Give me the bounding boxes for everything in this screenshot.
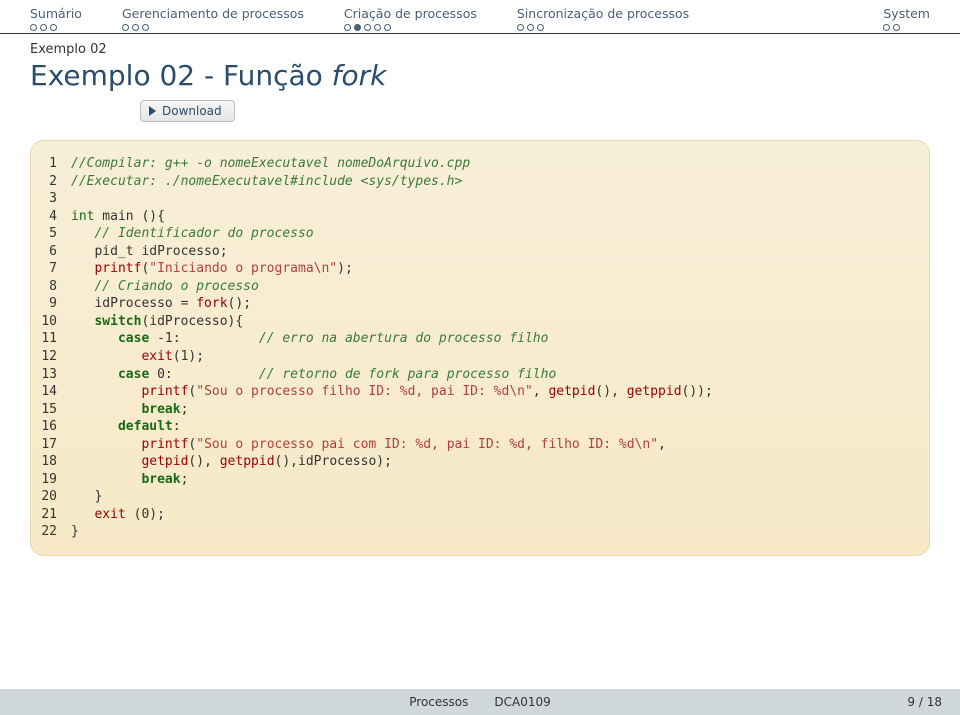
code-line: 1//Compilar: g++ -o nomeExecutavel nomeD… (37, 155, 913, 173)
nav-sumario-dots (30, 24, 82, 31)
code-line: 22} (37, 523, 913, 541)
nav-criacao-label: Criação de processos (344, 6, 477, 21)
nav-system-label: System (883, 6, 930, 21)
code-line: 5 // Identificador do processo (37, 225, 913, 243)
code-line: 9 idProcesso = fork(); (37, 295, 913, 313)
title-em: fork (332, 59, 387, 92)
nav-sumario[interactable]: Sumário (30, 6, 82, 31)
code-listing: 1//Compilar: g++ -o nomeExecutavel nomeD… (30, 140, 930, 556)
footer-course: DCA0109 (494, 695, 550, 709)
nav-sumario-label: Sumário (30, 6, 82, 21)
nav-gerenciamento-dots (122, 24, 304, 31)
frame-subtitle: Exemplo 02 (0, 34, 960, 59)
nav-criacao[interactable]: Criação de processos (344, 6, 477, 31)
code-line: 7 printf("Iniciando o programa\n"); (37, 260, 913, 278)
nav-criacao-dots (344, 24, 477, 31)
code-line: 11 case -1: // erro na abertura do proce… (37, 330, 913, 348)
code-line: 18 getpid(), getppid(),idProcesso); (37, 453, 913, 471)
footer-bar: Processos DCA0109 9 / 18 (0, 689, 960, 715)
nav-system-dots (883, 24, 930, 31)
code-line: 14 printf("Sou o processo filho ID: %d, … (37, 383, 913, 401)
code-line: 12 exit(1); (37, 348, 913, 366)
code-line: 21 exit (0); (37, 506, 913, 524)
download-button[interactable]: Download (140, 100, 235, 122)
play-icon (149, 106, 156, 116)
nav-system[interactable]: System (883, 6, 930, 31)
code-line: 13 case 0: // retorno de fork para proce… (37, 366, 913, 384)
frame-title: Exemplo 02 - Função fork (0, 59, 960, 100)
code-line: 8 // Criando o processo (37, 278, 913, 296)
download-wrap: Download (140, 100, 960, 122)
download-label: Download (162, 104, 222, 118)
footer-title: Processos (409, 695, 468, 709)
code-line: 3 (37, 190, 913, 208)
code-line: 10 switch(idProcesso){ (37, 313, 913, 331)
code-line: 15 break; (37, 401, 913, 419)
nav-gerenciamento[interactable]: Gerenciamento de processos (122, 6, 304, 31)
code-line: 16 default: (37, 418, 913, 436)
nav-sincronizacao-dots (517, 24, 689, 31)
code-line: 6 pid_t idProcesso; (37, 243, 913, 261)
title-text: Exemplo 02 - Função (30, 59, 332, 92)
nav-gerenciamento-label: Gerenciamento de processos (122, 6, 304, 21)
code-line: 2//Executar: ./nomeExecutavel#include <s… (37, 173, 913, 191)
code-line: 19 break; (37, 471, 913, 489)
footer-page-number: 9 / 18 (907, 695, 942, 709)
nav-sincronizacao-label: Sincronização de processos (517, 6, 689, 21)
nav-sincronizacao[interactable]: Sincronização de processos (517, 6, 689, 31)
code-line: 20 } (37, 488, 913, 506)
code-line: 4int main (){ (37, 208, 913, 226)
code-line: 17 printf("Sou o processo pai com ID: %d… (37, 436, 913, 454)
top-nav: Sumário Gerenciamento de processos Criaç… (0, 0, 960, 31)
